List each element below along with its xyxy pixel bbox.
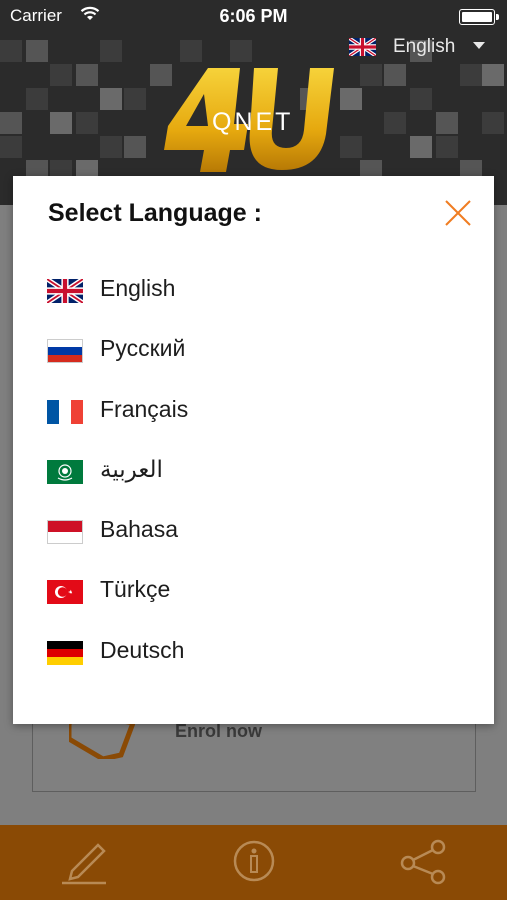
logo-qnet-text: QNET <box>212 108 293 136</box>
uk-flag-icon <box>47 279 83 303</box>
language-label: Français <box>100 395 189 422</box>
current-language-label: English <box>393 36 456 57</box>
language-label: Deutsch <box>100 636 185 663</box>
language-list: English Русский Français العربية Bahasa … <box>47 272 467 694</box>
language-option-bahasa[interactable]: Bahasa <box>47 513 467 573</box>
language-option-french[interactable]: Français <box>47 393 467 453</box>
enrol-label: Enrol now <box>175 721 262 741</box>
language-option-russian[interactable]: Русский <box>47 332 467 392</box>
close-icon[interactable] <box>443 198 473 228</box>
germany-flag-icon <box>47 640 83 665</box>
language-option-english[interactable]: English <box>47 272 467 332</box>
status-bar: Carrier 6:06 PM <box>0 0 507 34</box>
info-icon[interactable] <box>232 839 276 888</box>
language-label: Русский <box>100 335 186 362</box>
uk-flag-icon <box>349 38 376 56</box>
language-option-arabic[interactable]: العربية <box>47 453 467 513</box>
language-label: Türkçe <box>100 576 171 603</box>
share-icon[interactable] <box>398 839 448 890</box>
language-label: Bahasa <box>100 516 179 543</box>
language-option-german[interactable]: Deutsch <box>47 634 467 694</box>
indonesia-flag-icon <box>47 520 83 545</box>
clock: 6:06 PM <box>219 6 288 26</box>
pencil-icon[interactable] <box>60 839 108 890</box>
bottom-tab-bar <box>0 825 507 900</box>
russia-flag-icon <box>47 339 83 364</box>
qnet-4u-logo: QNET <box>164 68 334 172</box>
language-label: العربية <box>100 455 163 482</box>
battery-icon <box>459 9 499 25</box>
france-flag-icon <box>47 399 83 424</box>
dialog-title: Select Language : <box>48 199 262 227</box>
language-label: English <box>100 275 176 301</box>
language-option-turkish[interactable]: Türkçe <box>47 573 467 633</box>
turkey-flag-icon <box>47 580 83 605</box>
language-dialog: Select Language : English Русский França… <box>13 176 494 724</box>
chevron-down-icon <box>473 42 485 49</box>
header: Carrier 6:06 PM English QNET <box>0 0 507 205</box>
arab-league-flag-icon <box>47 459 83 484</box>
